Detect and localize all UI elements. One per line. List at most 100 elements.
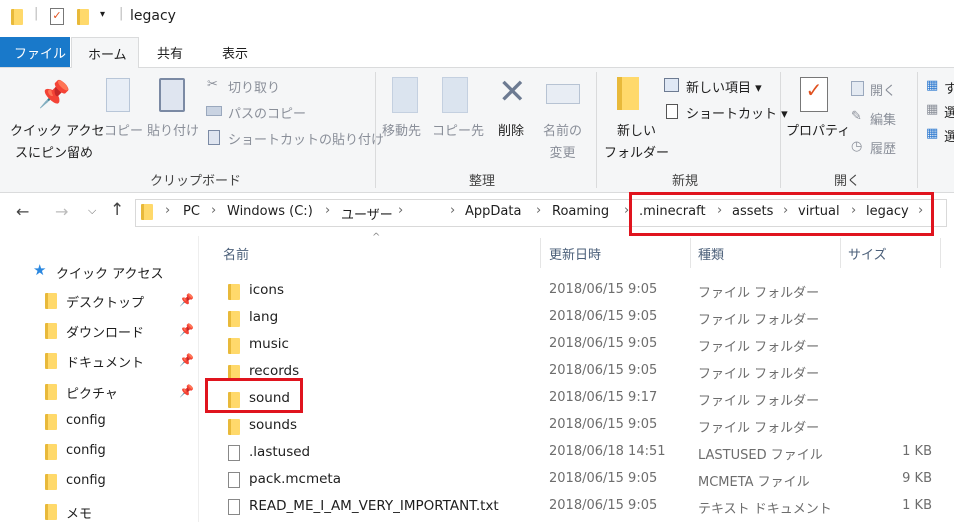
file-type: ファイル フォルダー xyxy=(698,421,820,436)
properties-button[interactable]: プロパティ xyxy=(786,120,850,139)
file-icon xyxy=(228,472,240,488)
pin-icon[interactable]: 📌 xyxy=(179,323,194,337)
pin-icon[interactable]: 📌 xyxy=(179,293,194,307)
divider: | xyxy=(119,6,124,21)
file-name[interactable]: records xyxy=(249,363,299,379)
nav-item[interactable]: config xyxy=(66,443,106,458)
shortcut-button[interactable]: ショートカット ▾ xyxy=(686,103,788,122)
column-header-type[interactable]: 種類 xyxy=(698,244,724,263)
breadcrumb-users[interactable]: ユーザー xyxy=(341,204,393,223)
pin-icon[interactable]: 📌 xyxy=(179,384,194,398)
folder-icon xyxy=(228,338,240,354)
divider: | xyxy=(34,6,39,21)
copy-button[interactable]: コピー xyxy=(104,120,143,139)
file-name[interactable]: .lastused xyxy=(249,444,310,460)
history-button[interactable]: 履歴 xyxy=(870,138,896,157)
copy-to-button[interactable]: コピー先 xyxy=(432,120,484,139)
window-title: legacy xyxy=(130,8,176,24)
tab-file[interactable]: ファイル xyxy=(0,37,70,67)
paste-icon xyxy=(159,78,185,112)
file-name[interactable]: pack.mcmeta xyxy=(249,471,341,487)
rename-button[interactable]: 名前の 変更 xyxy=(543,120,582,161)
copy-icon xyxy=(106,78,130,112)
file-modified: 2018/06/15 9:05 xyxy=(549,363,658,378)
rename-icon xyxy=(546,84,580,104)
file-modified: 2018/06/15 9:05 xyxy=(549,471,658,486)
file-name[interactable]: icons xyxy=(249,282,284,298)
new-item-button[interactable]: 新しい項目 ▾ xyxy=(686,77,762,96)
column-header-name[interactable]: 名前 xyxy=(223,244,249,263)
breadcrumb-drive[interactable]: Windows (C:) xyxy=(227,204,313,219)
new-folder-quick-icon[interactable] xyxy=(77,9,89,25)
back-button[interactable]: ← xyxy=(16,202,29,221)
divider xyxy=(596,72,597,188)
invert-selection-button[interactable]: 選 xyxy=(944,126,954,145)
properties-quick-icon[interactable]: ✓ xyxy=(50,8,64,25)
tab-view[interactable]: 表示 xyxy=(222,43,248,62)
folder-icon xyxy=(45,444,57,460)
column-header-modified[interactable]: 更新日時 xyxy=(549,244,601,263)
nav-item[interactable]: config xyxy=(66,473,106,488)
breadcrumb-pc[interactable]: PC xyxy=(183,204,200,219)
nav-quick-access[interactable]: クイック アクセス xyxy=(56,263,163,282)
file-type: MCMETA ファイル xyxy=(698,475,810,490)
paste-shortcut-button[interactable]: ショートカットの貼り付け xyxy=(228,129,384,148)
nav-item-icon xyxy=(45,293,57,309)
nav-item[interactable]: config xyxy=(66,413,106,428)
file-name[interactable]: music xyxy=(249,336,289,352)
nav-item-icon xyxy=(45,353,57,370)
customize-toolbar-icon[interactable]: ▾ xyxy=(100,9,105,20)
label: 新しい項目 xyxy=(686,81,752,96)
text-file-icon xyxy=(228,499,240,515)
forward-button[interactable]: → xyxy=(55,202,68,221)
file-icon xyxy=(228,445,240,461)
history-icon: ◷ xyxy=(851,139,863,154)
nav-item[interactable]: ドキュメント xyxy=(66,352,144,371)
file-name[interactable]: sounds xyxy=(249,417,297,433)
move-to-button[interactable]: 移動先 xyxy=(382,120,421,139)
open-button[interactable]: 開く xyxy=(870,80,896,99)
file-modified: 2018/06/15 9:05 xyxy=(549,282,658,297)
delete-x-icon: ✕ xyxy=(498,72,527,112)
highlight-box-path xyxy=(629,192,934,236)
edit-button[interactable]: 編集 xyxy=(870,109,896,128)
file-type: テキスト ドキュメント xyxy=(698,502,832,517)
pin-to-quick-access-button[interactable]: クイック アクセ スにピン留め xyxy=(10,120,104,161)
pin-icon[interactable]: 📌 xyxy=(179,353,194,367)
invert-selection-icon: ▦ xyxy=(926,126,939,141)
label: 新しい xyxy=(617,124,657,139)
tab-share[interactable]: 共有 xyxy=(157,43,183,62)
recent-locations-button[interactable]: ⌵ xyxy=(88,204,96,218)
select-none-button[interactable]: 選 xyxy=(944,102,954,121)
copy-to-icon xyxy=(442,77,468,113)
group-label-new: 新規 xyxy=(672,174,699,189)
paste-shortcut-icon xyxy=(208,130,220,145)
nav-item[interactable]: ダウンロード xyxy=(66,322,144,341)
copy-path-button[interactable]: パスのコピー xyxy=(228,103,306,122)
cut-button[interactable]: 切り取り xyxy=(228,77,280,96)
properties-icon: ✓ xyxy=(800,77,828,112)
file-modified: 2018/06/15 9:05 xyxy=(549,309,658,324)
nav-item[interactable]: デスクトップ xyxy=(66,292,144,311)
file-type: ファイル フォルダー xyxy=(698,394,820,409)
new-folder-button[interactable]: 新しい フォルダー xyxy=(604,120,669,161)
breadcrumb-roaming[interactable]: Roaming xyxy=(552,204,609,219)
select-all-button[interactable]: す xyxy=(944,78,954,97)
delete-button[interactable]: 削除 xyxy=(498,120,524,139)
divider xyxy=(375,72,376,188)
nav-item[interactable]: ピクチャ xyxy=(66,383,118,402)
folder-icon xyxy=(141,204,153,220)
file-name[interactable]: lang xyxy=(249,309,278,325)
breadcrumb-appdata[interactable]: AppData xyxy=(465,204,521,219)
move-to-icon xyxy=(392,77,418,113)
up-button[interactable]: ↑ xyxy=(110,200,124,220)
file-name[interactable]: READ_ME_I_AM_VERY_IMPORTANT.txt xyxy=(249,498,499,514)
folder-icon xyxy=(228,311,240,327)
paste-button[interactable]: 貼り付け xyxy=(147,120,199,139)
divider xyxy=(917,72,918,188)
sort-ascending-icon: ^ xyxy=(372,232,381,243)
column-header-size[interactable]: サイズ xyxy=(848,244,887,263)
pane-divider[interactable] xyxy=(198,236,199,522)
nav-item[interactable]: メモ xyxy=(66,503,92,522)
tab-home[interactable]: ホーム xyxy=(71,37,139,68)
